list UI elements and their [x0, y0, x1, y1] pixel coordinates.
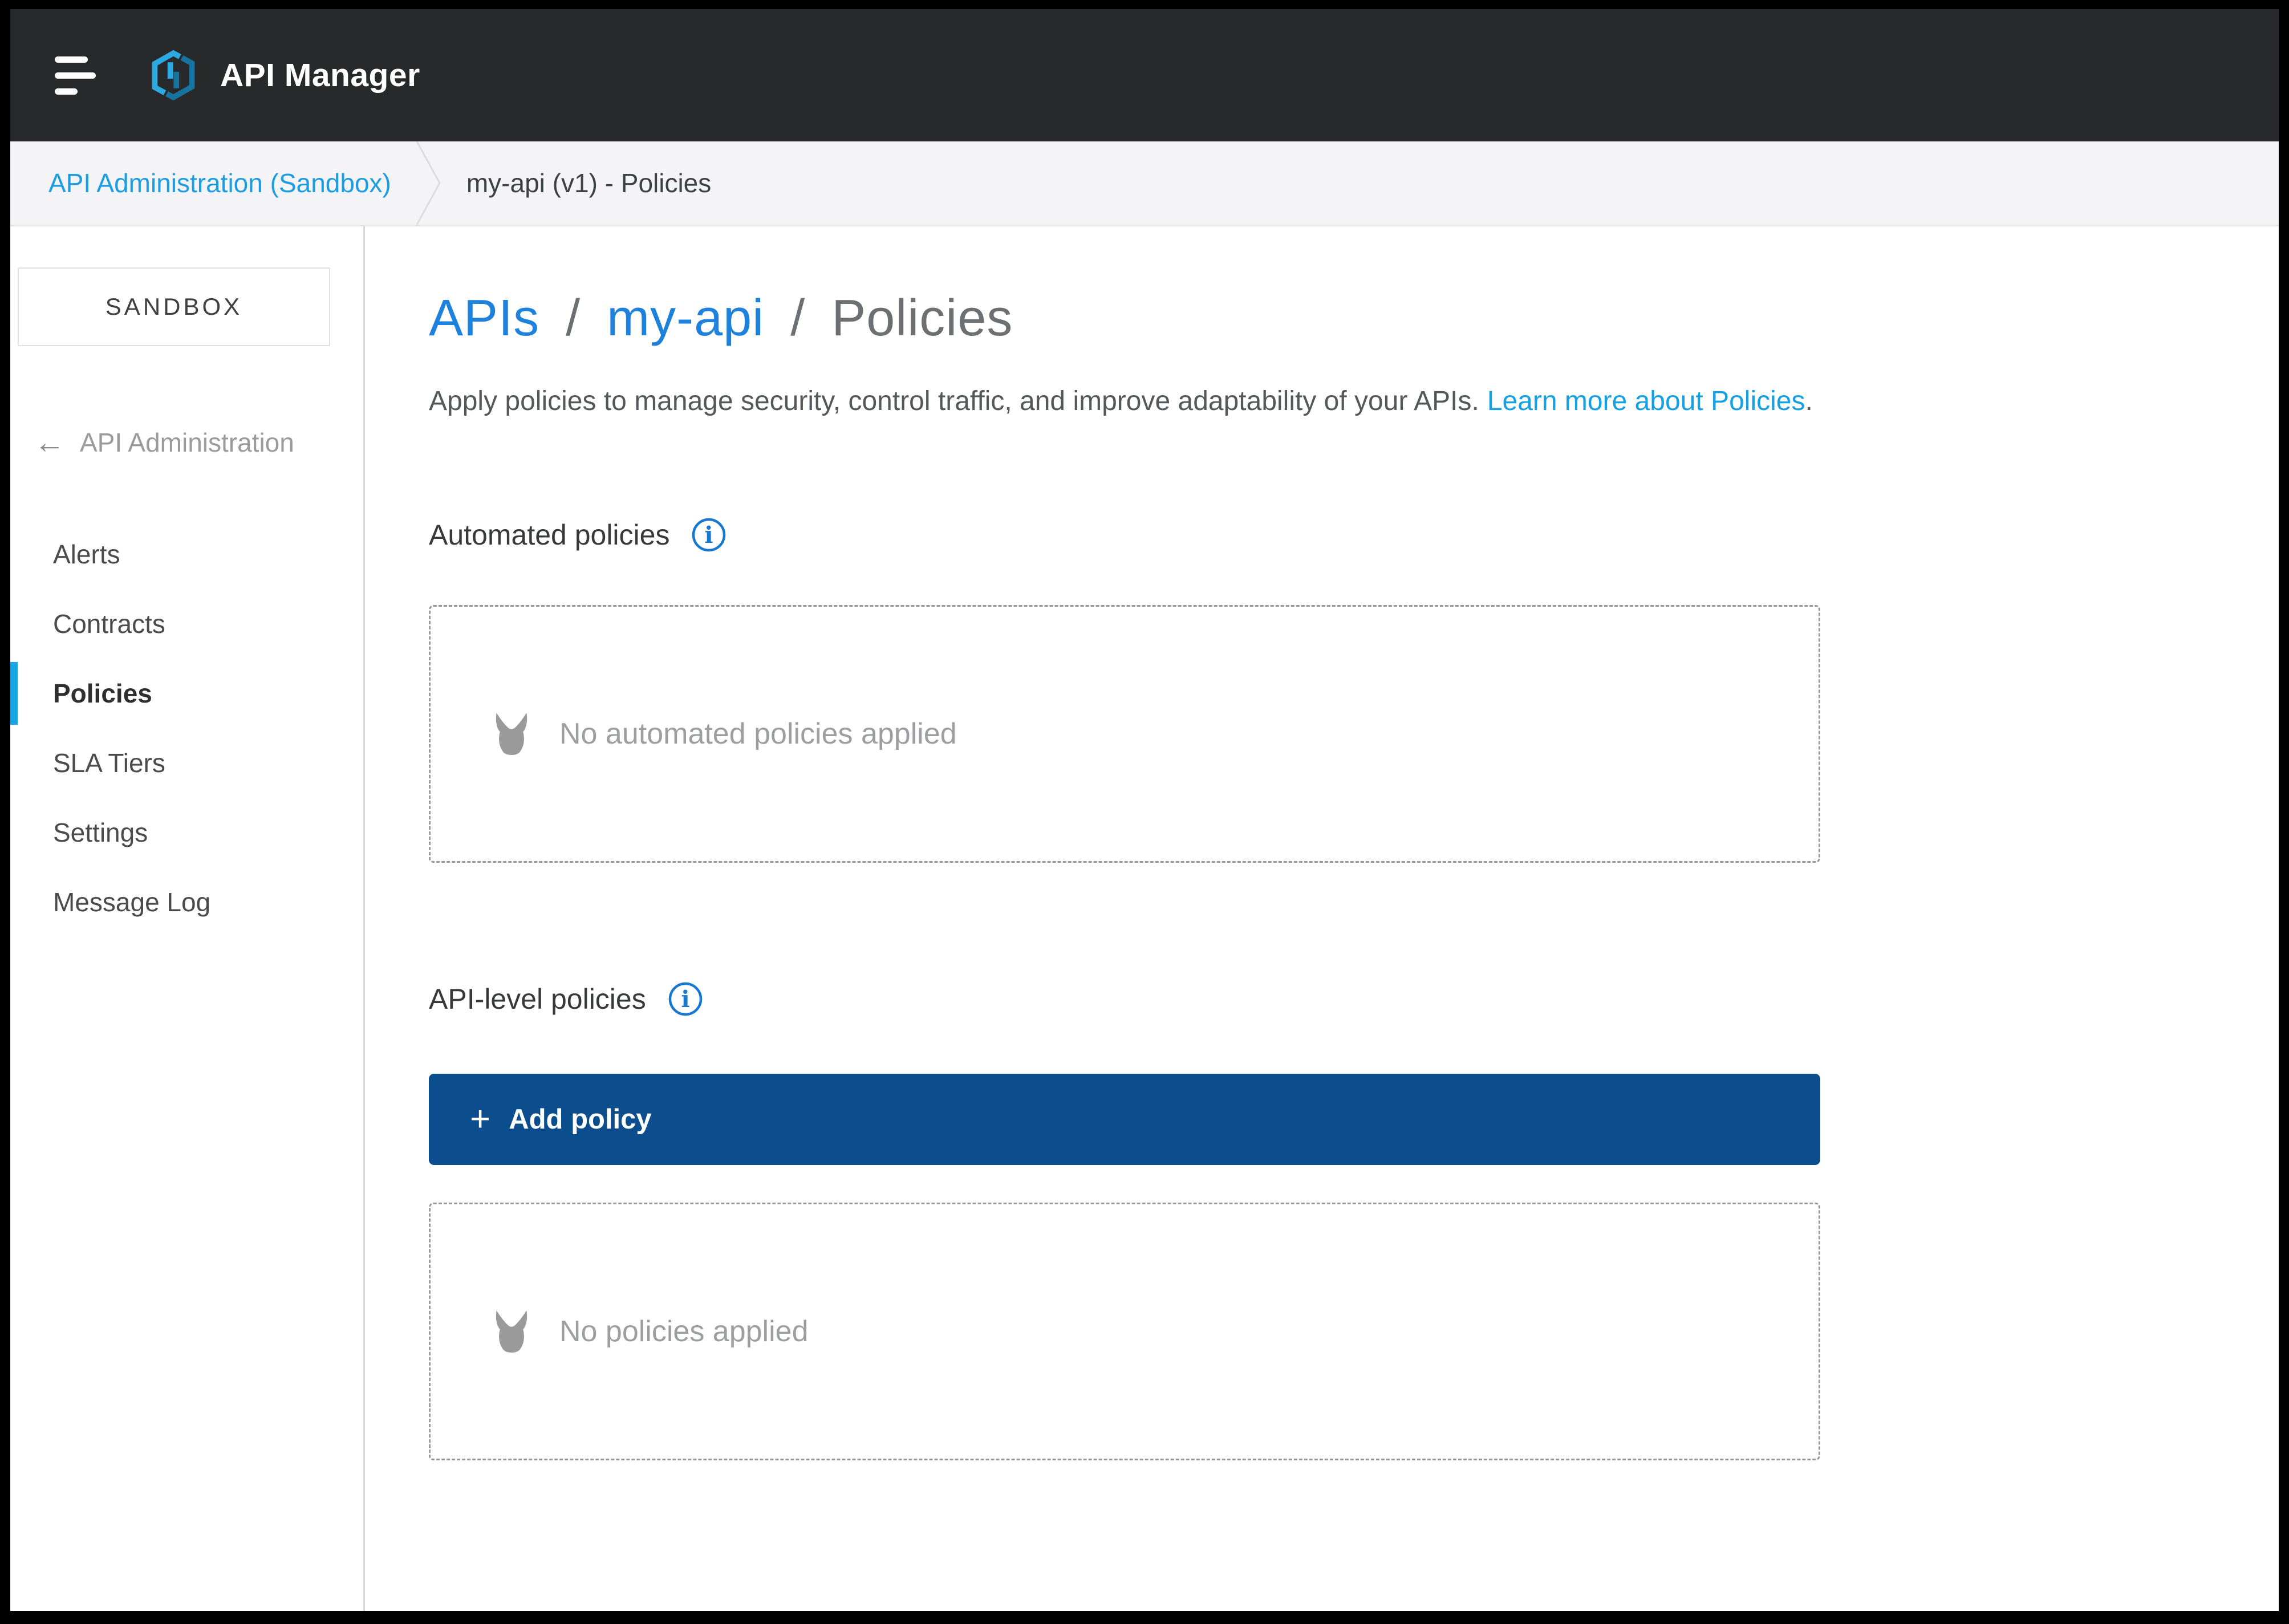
plus-icon: +	[470, 1099, 491, 1139]
back-to-api-administration-link[interactable]: ← API Administration	[34, 427, 363, 458]
automated-policies-empty-box: No automated policies applied	[429, 605, 1820, 863]
sidebar-item-policies[interactable]: Policies	[10, 659, 363, 728]
api-level-policies-section-header: API-level policies i	[429, 981, 2279, 1017]
app-window: API Manager API Administration (Sandbox)…	[10, 9, 2279, 1611]
page-title: APIs / my-api / Policies	[429, 289, 2279, 348]
api-level-policies-label: API-level policies	[429, 983, 646, 1015]
app-title: API Manager	[220, 57, 420, 94]
add-policy-button-label: Add policy	[509, 1104, 652, 1135]
svg-text:i: i	[705, 522, 713, 549]
mule-head-icon	[496, 1310, 527, 1353]
add-policy-button[interactable]: + Add policy	[429, 1074, 1820, 1165]
description-period: .	[1805, 386, 1813, 416]
svg-text:i: i	[681, 986, 689, 1013]
sidebar-item-alerts[interactable]: Alerts	[10, 519, 363, 589]
breadcrumb: API Administration (Sandbox) my-api (v1)…	[10, 141, 2279, 226]
info-icon[interactable]: i	[668, 981, 703, 1017]
page-description: Apply policies to manage security, contr…	[429, 385, 2279, 417]
api-level-policies-empty-message: No policies applied	[559, 1315, 809, 1348]
breadcrumb-current-page: my-api (v1) - Policies	[466, 168, 712, 198]
sidebar-item-sla-tiers[interactable]: SLA Tiers	[10, 728, 363, 798]
description-text: Apply policies to manage security, contr…	[429, 386, 1479, 416]
title-link-my-api[interactable]: my-api	[607, 290, 764, 347]
sidebar-item-settings[interactable]: Settings	[10, 798, 363, 867]
api-level-policies-empty-box: No policies applied	[429, 1203, 1820, 1460]
sidebar-item-message-log[interactable]: Message Log	[10, 867, 363, 937]
automated-policies-empty-message: No automated policies applied	[559, 717, 957, 750]
sidebar: SANDBOX ← API Administration Alerts Cont…	[10, 226, 365, 1611]
hamburger-menu-icon[interactable]	[55, 56, 96, 95]
breadcrumb-link-api-administration[interactable]: API Administration (Sandbox)	[48, 168, 391, 198]
top-bar: API Manager	[10, 9, 2279, 141]
info-icon[interactable]: i	[691, 517, 727, 553]
automated-policies-section-header: Automated policies i	[429, 517, 2279, 553]
title-separator: /	[566, 290, 581, 347]
automated-policies-label: Automated policies	[429, 519, 670, 551]
sidebar-menu: Alerts Contracts Policies SLA Tiers Sett…	[10, 519, 363, 937]
title-link-apis[interactable]: APIs	[429, 290, 539, 347]
breadcrumb-separator-icon	[416, 141, 441, 225]
mule-head-icon	[496, 713, 527, 755]
environment-switcher-button[interactable]: SANDBOX	[18, 267, 330, 346]
title-current-policies: Policies	[831, 290, 1013, 347]
back-link-label: API Administration	[80, 428, 294, 457]
anypoint-logo-icon	[152, 50, 195, 101]
learn-more-link[interactable]: Learn more about Policies	[1487, 386, 1805, 416]
main-content: APIs / my-api / Policies Apply policies …	[365, 226, 2279, 1611]
back-arrow-icon: ←	[34, 425, 65, 460]
title-separator: /	[790, 290, 806, 347]
sidebar-item-contracts[interactable]: Contracts	[10, 589, 363, 659]
